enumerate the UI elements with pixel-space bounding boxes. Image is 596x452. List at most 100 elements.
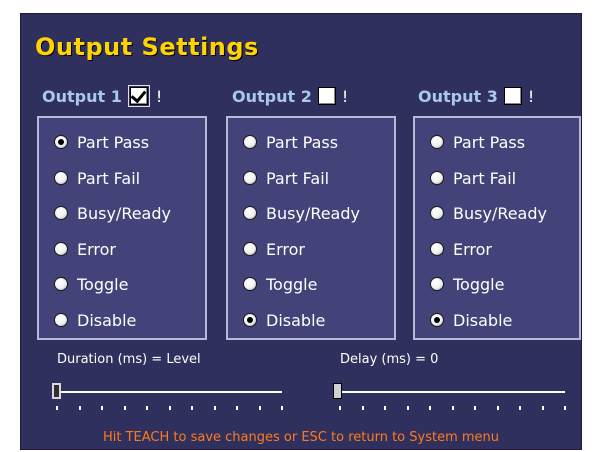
output-3-mode-group: Part Pass Part Fail Busy/Ready Error Tog… (413, 116, 581, 340)
output-3-option-part-pass[interactable]: Part Pass (430, 131, 525, 153)
output-3-option-part-fail[interactable]: Part Fail (430, 167, 516, 189)
radio-selected-icon[interactable] (54, 135, 68, 149)
radio-icon[interactable] (243, 277, 257, 291)
option-label: Part Pass (453, 132, 526, 152)
option-label: Error (453, 239, 492, 259)
radio-icon[interactable] (430, 206, 444, 220)
output-1-option-toggle[interactable]: Toggle (54, 273, 128, 295)
slider-tick (451, 406, 454, 410)
footer-hint: Hit TEACH to save changes or ESC to retu… (102, 430, 500, 445)
option-label: Part Pass (266, 132, 339, 152)
page-title: Output Settings (35, 33, 259, 61)
slider-tick (123, 406, 126, 410)
output-3-checkbox[interactable] (503, 87, 522, 105)
output-3-option-toggle[interactable]: Toggle (430, 273, 504, 295)
radio-icon[interactable] (243, 171, 257, 185)
radio-icon[interactable] (54, 242, 68, 256)
duration-value: Level (166, 352, 201, 367)
radio-icon[interactable] (430, 242, 444, 256)
delay-value: 0 (430, 352, 439, 367)
output-1-checkbox-frame (127, 85, 150, 107)
slider-tick (361, 406, 364, 410)
duration-slider-handle[interactable] (52, 383, 61, 399)
option-label: Toggle (77, 274, 129, 294)
option-label: Disable (266, 310, 326, 330)
output-3-header: Output 3 ! (418, 84, 534, 108)
radio-selected-icon[interactable] (243, 313, 257, 327)
output-1-checkbox[interactable] (129, 87, 148, 105)
slider-tick (168, 406, 171, 410)
option-label: Disable (453, 310, 513, 330)
radio-icon[interactable] (54, 277, 68, 291)
slider-tick (564, 406, 566, 410)
duration-label: Duration (ms) = (57, 352, 167, 367)
slider-tick (56, 406, 58, 410)
radio-selected-icon[interactable] (430, 313, 444, 327)
slider-tick (384, 406, 386, 410)
slider-tick (101, 406, 103, 410)
output-1-option-disable[interactable]: Disable (54, 309, 136, 331)
radio-icon[interactable] (243, 206, 257, 220)
output-1-option-part-pass[interactable]: Part Pass (54, 131, 149, 153)
option-label: Error (77, 239, 116, 259)
output-2-header: Output 2 ! (232, 84, 348, 108)
option-label: Busy/Ready (77, 203, 171, 223)
delay-slider-track[interactable] (335, 391, 565, 393)
output-3-option-disable[interactable]: Disable (430, 309, 512, 331)
output-1-option-part-fail[interactable]: Part Fail (54, 167, 140, 189)
output-3-option-busy-ready[interactable]: Busy/Ready (430, 202, 547, 224)
slider-tick (191, 406, 193, 410)
slider-tick (496, 406, 499, 410)
option-label: Toggle (453, 274, 505, 294)
duration-slider-track[interactable] (52, 391, 282, 393)
slider-tick (474, 406, 476, 410)
option-label: Busy/Ready (453, 203, 547, 223)
output-2-option-toggle[interactable]: Toggle (243, 273, 317, 295)
output-2-option-busy-ready[interactable]: Busy/Ready (243, 202, 360, 224)
option-label: Disable (77, 310, 137, 330)
output-1-mode-group: Part Pass Part Fail Busy/Ready Error Tog… (37, 116, 207, 340)
slider-tick (146, 406, 148, 410)
option-label: Busy/Ready (266, 203, 360, 223)
output-3-label: Output 3 (418, 86, 498, 106)
slider-tick (339, 406, 341, 410)
radio-icon[interactable] (430, 277, 444, 291)
option-label: Error (266, 239, 305, 259)
output-2-label: Output 2 (232, 86, 312, 106)
output-1-option-error[interactable]: Error (54, 238, 116, 260)
output-2-option-part-fail[interactable]: Part Fail (243, 167, 329, 189)
radio-icon[interactable] (54, 313, 68, 327)
output-2-checkbox[interactable] (317, 87, 336, 105)
output-2-option-part-pass[interactable]: Part Pass (243, 131, 338, 153)
option-label: Part Pass (77, 132, 150, 152)
slider-tick (541, 406, 544, 410)
output-1-label: Output 1 (42, 86, 122, 106)
delay-readout: Delay (ms) = 0 (340, 352, 438, 367)
delay-slider-handle[interactable] (333, 383, 342, 399)
slider-tick (236, 406, 238, 410)
output-3-option-error[interactable]: Error (430, 238, 492, 260)
output-2-mode-group: Part Pass Part Fail Busy/Ready Error Tog… (226, 116, 396, 340)
radio-icon[interactable] (54, 171, 68, 185)
slider-tick (78, 406, 81, 410)
slider-tick (429, 406, 431, 410)
output-1-header: Output 1 ! (42, 84, 162, 108)
slider-tick (281, 406, 283, 410)
radio-icon[interactable] (430, 171, 444, 185)
slider-tick (213, 406, 216, 410)
option-label: Part Fail (266, 168, 330, 188)
output-1-option-busy-ready[interactable]: Busy/Ready (54, 202, 171, 224)
option-label: Part Fail (453, 168, 517, 188)
option-label: Part Fail (77, 168, 141, 188)
radio-icon[interactable] (430, 135, 444, 149)
radio-icon[interactable] (243, 135, 257, 149)
output-2-alert: ! (341, 86, 349, 106)
slider-tick (258, 406, 261, 410)
output-2-option-disable[interactable]: Disable (243, 309, 325, 331)
slider-tick (519, 406, 521, 410)
radio-icon[interactable] (54, 206, 68, 220)
option-label: Toggle (266, 274, 318, 294)
delay-label: Delay (ms) = (340, 352, 431, 367)
output-2-option-error[interactable]: Error (243, 238, 305, 260)
radio-icon[interactable] (243, 242, 257, 256)
